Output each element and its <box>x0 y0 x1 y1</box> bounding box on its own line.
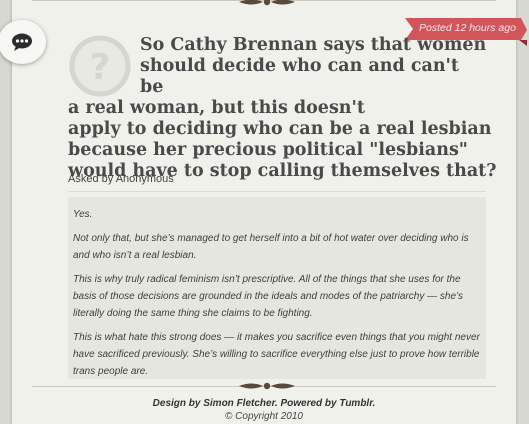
comment-button[interactable] <box>0 20 46 64</box>
question-line: because her precious political "lesbians… <box>68 140 468 160</box>
answer-paragraph: Not only that, but she’s managed to get … <box>73 233 469 261</box>
asked-divider <box>68 191 486 192</box>
post-timestamp: Posted 12 hours ago <box>419 22 516 34</box>
tumblr-link[interactable]: Tumblr <box>339 398 372 409</box>
question-text: So Cathy Brennan says that women should … <box>68 35 497 182</box>
top-flourish-ornament <box>239 0 295 6</box>
question-line: a real woman, but this doesn't <box>68 98 365 118</box>
post-page: Posted 12 hours ago ? So Cathy Brennan s… <box>0 0 527 424</box>
footer-powered-prefix: . Powered by <box>274 398 340 409</box>
speech-bubble-icon <box>12 33 32 51</box>
footer-suffix: . <box>372 398 376 409</box>
answer-box: Yes. Not only that, but she’s managed to… <box>68 197 486 379</box>
bottom-flourish-ornament <box>239 382 295 390</box>
answer-paragraph: Yes. <box>73 209 93 220</box>
designer-link[interactable]: Simon Fletcher <box>203 398 275 409</box>
answer-paragraph: This is why truly radical feminism isn’t… <box>73 274 464 319</box>
footer-design-prefix: Design by <box>152 398 204 409</box>
footer-credits: Design by Simon Fletcher. Powered by Tum… <box>12 398 516 409</box>
answer-paragraph: This is what hate this strong does — it … <box>73 332 480 377</box>
asked-by-label: Asked by Anonymous <box>68 173 174 185</box>
question-line: apply to deciding who can be a real lesb… <box>68 119 492 139</box>
footer-copyright: © Copyright 2010 <box>225 411 303 422</box>
